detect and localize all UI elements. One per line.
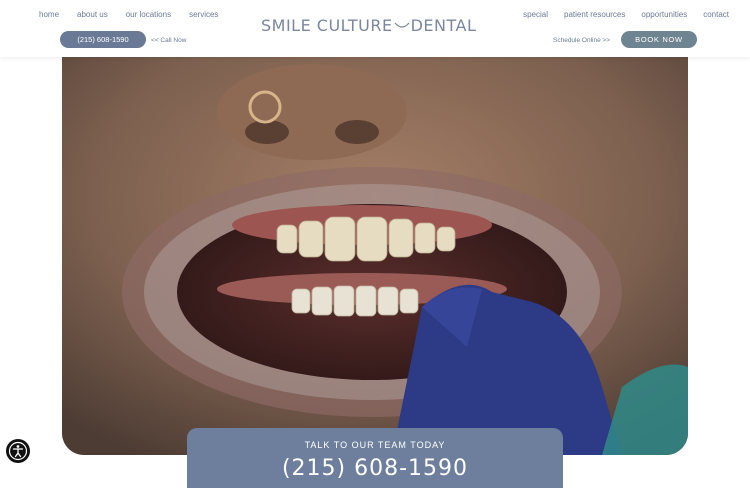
nav-opportunities[interactable]: opportunities [641,10,687,19]
nav-right: special patient resources opportunities … [507,10,729,19]
call-now-label: << Call Now [151,37,187,44]
smile-icon [394,22,410,28]
nav-contact[interactable]: contact [703,10,729,19]
nav-home[interactable]: home [39,10,59,19]
phone-button[interactable]: (215) 608-1590 [60,31,146,48]
site-logo[interactable]: SMILE CULTURE DENTAL [261,13,489,37]
cta-phone-link[interactable]: (215) 608-1590 [187,456,563,481]
schedule-online-link[interactable]: Schedule Online >> [553,37,610,44]
nav-services[interactable]: services [189,10,218,19]
hero-image [62,57,688,455]
nav-special[interactable]: special [523,10,548,19]
book-now-button[interactable]: BOOK NOW [621,31,697,48]
cta-panel: TALK TO OUR TEAM TODAY (215) 608-1590 [187,428,563,488]
accessibility-icon [8,441,28,461]
logo-text-right: DENTAL [410,15,477,35]
nav-left: home about us our locations services [39,10,236,19]
site-header: home about us our locations services SMI… [0,0,750,57]
cta-label: TALK TO OUR TEAM TODAY [304,440,446,450]
hero-photo [62,57,688,455]
nav-our-locations[interactable]: our locations [126,10,171,19]
accessibility-button[interactable] [6,439,30,463]
nav-about-us[interactable]: about us [77,10,108,19]
logo-text-left: SMILE CULTURE [261,15,393,35]
nav-patient-resources[interactable]: patient resources [564,10,625,19]
